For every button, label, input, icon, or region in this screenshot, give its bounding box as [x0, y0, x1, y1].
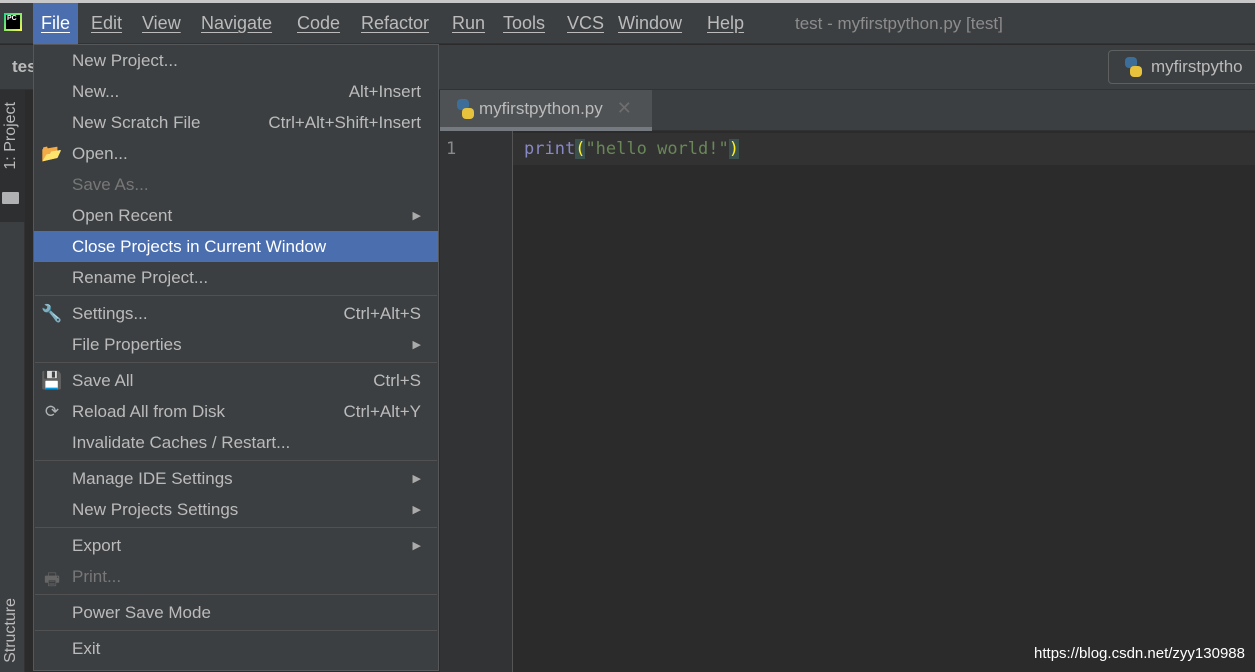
menu-item-power-save-mode[interactable]: Power Save Mode [34, 597, 438, 628]
submenu-arrow-icon: ▶ [412, 504, 421, 516]
label: Reload All from Disk [72, 401, 226, 421]
printer-icon: 🖶 [43, 570, 61, 589]
submenu-arrow-icon: ▶ [412, 540, 421, 552]
menu-item-file-properties[interactable]: File Properties ▶ [34, 329, 438, 360]
menu-item-export[interactable]: Export ▶ [34, 530, 438, 561]
menu-item-manage-ide-settings[interactable]: Manage IDE Settings ▶ [34, 463, 438, 494]
code-open-paren: ( [575, 139, 586, 159]
shortcut: Ctrl+S [373, 370, 421, 390]
file-menu-dropdown: New Project... New... Alt+Insert New Scra… [33, 44, 439, 671]
menu-help[interactable]: Help [699, 3, 752, 44]
menu-item-new[interactable]: New... Alt+Insert [34, 76, 438, 107]
shortcut: Ctrl+Alt+S [343, 303, 421, 323]
shortcut: Alt+Insert [348, 81, 421, 101]
label: Print... [72, 566, 122, 586]
menu-item-rename-project[interactable]: Rename Project... [34, 262, 438, 293]
menu-item-open[interactable]: 📂 Open... [34, 138, 438, 169]
close-tab-icon[interactable]: ✕ [617, 98, 632, 119]
menu-item-print: 🖶 Print... [34, 561, 438, 592]
wrench-icon: 🔧 [41, 304, 63, 323]
shortcut: Ctrl+Alt+Y [343, 401, 421, 421]
menu-item-settings[interactable]: 🔧 Settings... Ctrl+Alt+S [34, 298, 438, 329]
label: Power Save Mode [72, 602, 211, 622]
python-icon [1123, 57, 1143, 77]
code-function: print [524, 139, 576, 159]
menu-refactor[interactable]: Refactor [353, 3, 437, 44]
code-editor[interactable]: 1 print("hello world!") [440, 131, 1255, 672]
label: Settings... [72, 303, 148, 323]
menu-file[interactable]: File [33, 3, 79, 44]
code-close-paren: ) [728, 139, 739, 159]
line-number: 1 [446, 139, 457, 159]
menu-item-reload-all[interactable]: ⟳ Reload All from Disk Ctrl+Alt+Y [34, 396, 438, 427]
save-icon: 💾 [41, 371, 63, 390]
label: Exit [72, 638, 101, 658]
menu-item-exit[interactable]: Exit [34, 633, 438, 664]
menu-item-new-projects-settings[interactable]: New Projects Settings ▶ [34, 494, 438, 525]
menu-bar: PC File Edit View Navigate Code Refactor… [0, 3, 1255, 44]
menu-item-save-all[interactable]: 💾 Save All Ctrl+S [34, 365, 438, 396]
watermark: https://blog.csdn.net/zyy130988 [1034, 645, 1245, 662]
menu-item-new-scratch-file[interactable]: New Scratch File Ctrl+Alt+Shift+Insert [34, 107, 438, 138]
label: Open Recent [72, 205, 173, 225]
tab-label: myfirstpython.py [479, 98, 603, 118]
label: File Properties [72, 334, 182, 354]
shortcut: Ctrl+Alt+Shift+Insert [268, 112, 421, 132]
project-tool-button[interactable]: 1: Project [0, 90, 25, 222]
structure-tool-button[interactable]: Structure [2, 598, 20, 663]
run-config-label: myfirstpytho [1151, 57, 1243, 76]
menu-view[interactable]: View [134, 3, 189, 44]
code-line[interactable]: print("hello world!") [524, 139, 739, 159]
label: New Scratch File [72, 112, 201, 132]
menu-run[interactable]: Run [444, 3, 493, 44]
left-tool-strip: 1: Project Structure [0, 90, 25, 672]
run-configuration-selector[interactable]: myfirstpytho [1108, 50, 1255, 84]
python-file-icon [455, 98, 475, 119]
label: Save As... [72, 174, 149, 194]
label: Invalidate Caches / Restart... [72, 432, 291, 452]
window-title: test - myfirstpython.py [test] [795, 14, 1003, 33]
editor-tabs: myfirstpython.py ✕ [440, 90, 1255, 131]
label: New Project... [72, 50, 178, 70]
code-string: "hello world!" [585, 139, 729, 159]
menu-navigate[interactable]: Navigate [193, 3, 280, 44]
pycharm-logo-icon: PC [4, 13, 22, 31]
menu-edit[interactable]: Edit [83, 3, 130, 44]
menu-item-invalidate-caches[interactable]: Invalidate Caches / Restart... [34, 427, 438, 458]
reload-icon: ⟳ [44, 402, 60, 421]
line-gutter: 1 [440, 131, 513, 672]
project-tab-label: 1: Project [2, 102, 19, 170]
tab-myfirstpython[interactable]: myfirstpython.py ✕ [440, 90, 652, 131]
menu-item-open-recent[interactable]: Open Recent ▶ [34, 200, 438, 231]
menu-window[interactable]: Window [610, 3, 690, 44]
menu-tools[interactable]: Tools [495, 3, 553, 44]
menu-item-close-projects[interactable]: Close Projects in Current Window [34, 231, 438, 262]
menu-item-new-project[interactable]: New Project... [34, 45, 438, 76]
label: Export [72, 535, 122, 555]
label: Rename Project... [72, 267, 209, 287]
folder-icon [2, 192, 19, 204]
menu-item-save-as: Save As... [34, 169, 438, 200]
label: Open... [72, 143, 128, 163]
submenu-arrow-icon: ▶ [412, 473, 421, 485]
label: New Projects Settings [72, 499, 239, 519]
label: Save All [72, 370, 134, 390]
label: New... [72, 81, 120, 101]
submenu-arrow-icon: ▶ [412, 339, 421, 351]
menu-vcs[interactable]: VCS [559, 3, 612, 44]
menu-code[interactable]: Code [289, 3, 348, 44]
label: Close Projects in Current Window [72, 236, 327, 256]
label: Manage IDE Settings [72, 468, 233, 488]
submenu-arrow-icon: ▶ [412, 210, 421, 222]
folder-open-icon: 📂 [41, 144, 63, 163]
